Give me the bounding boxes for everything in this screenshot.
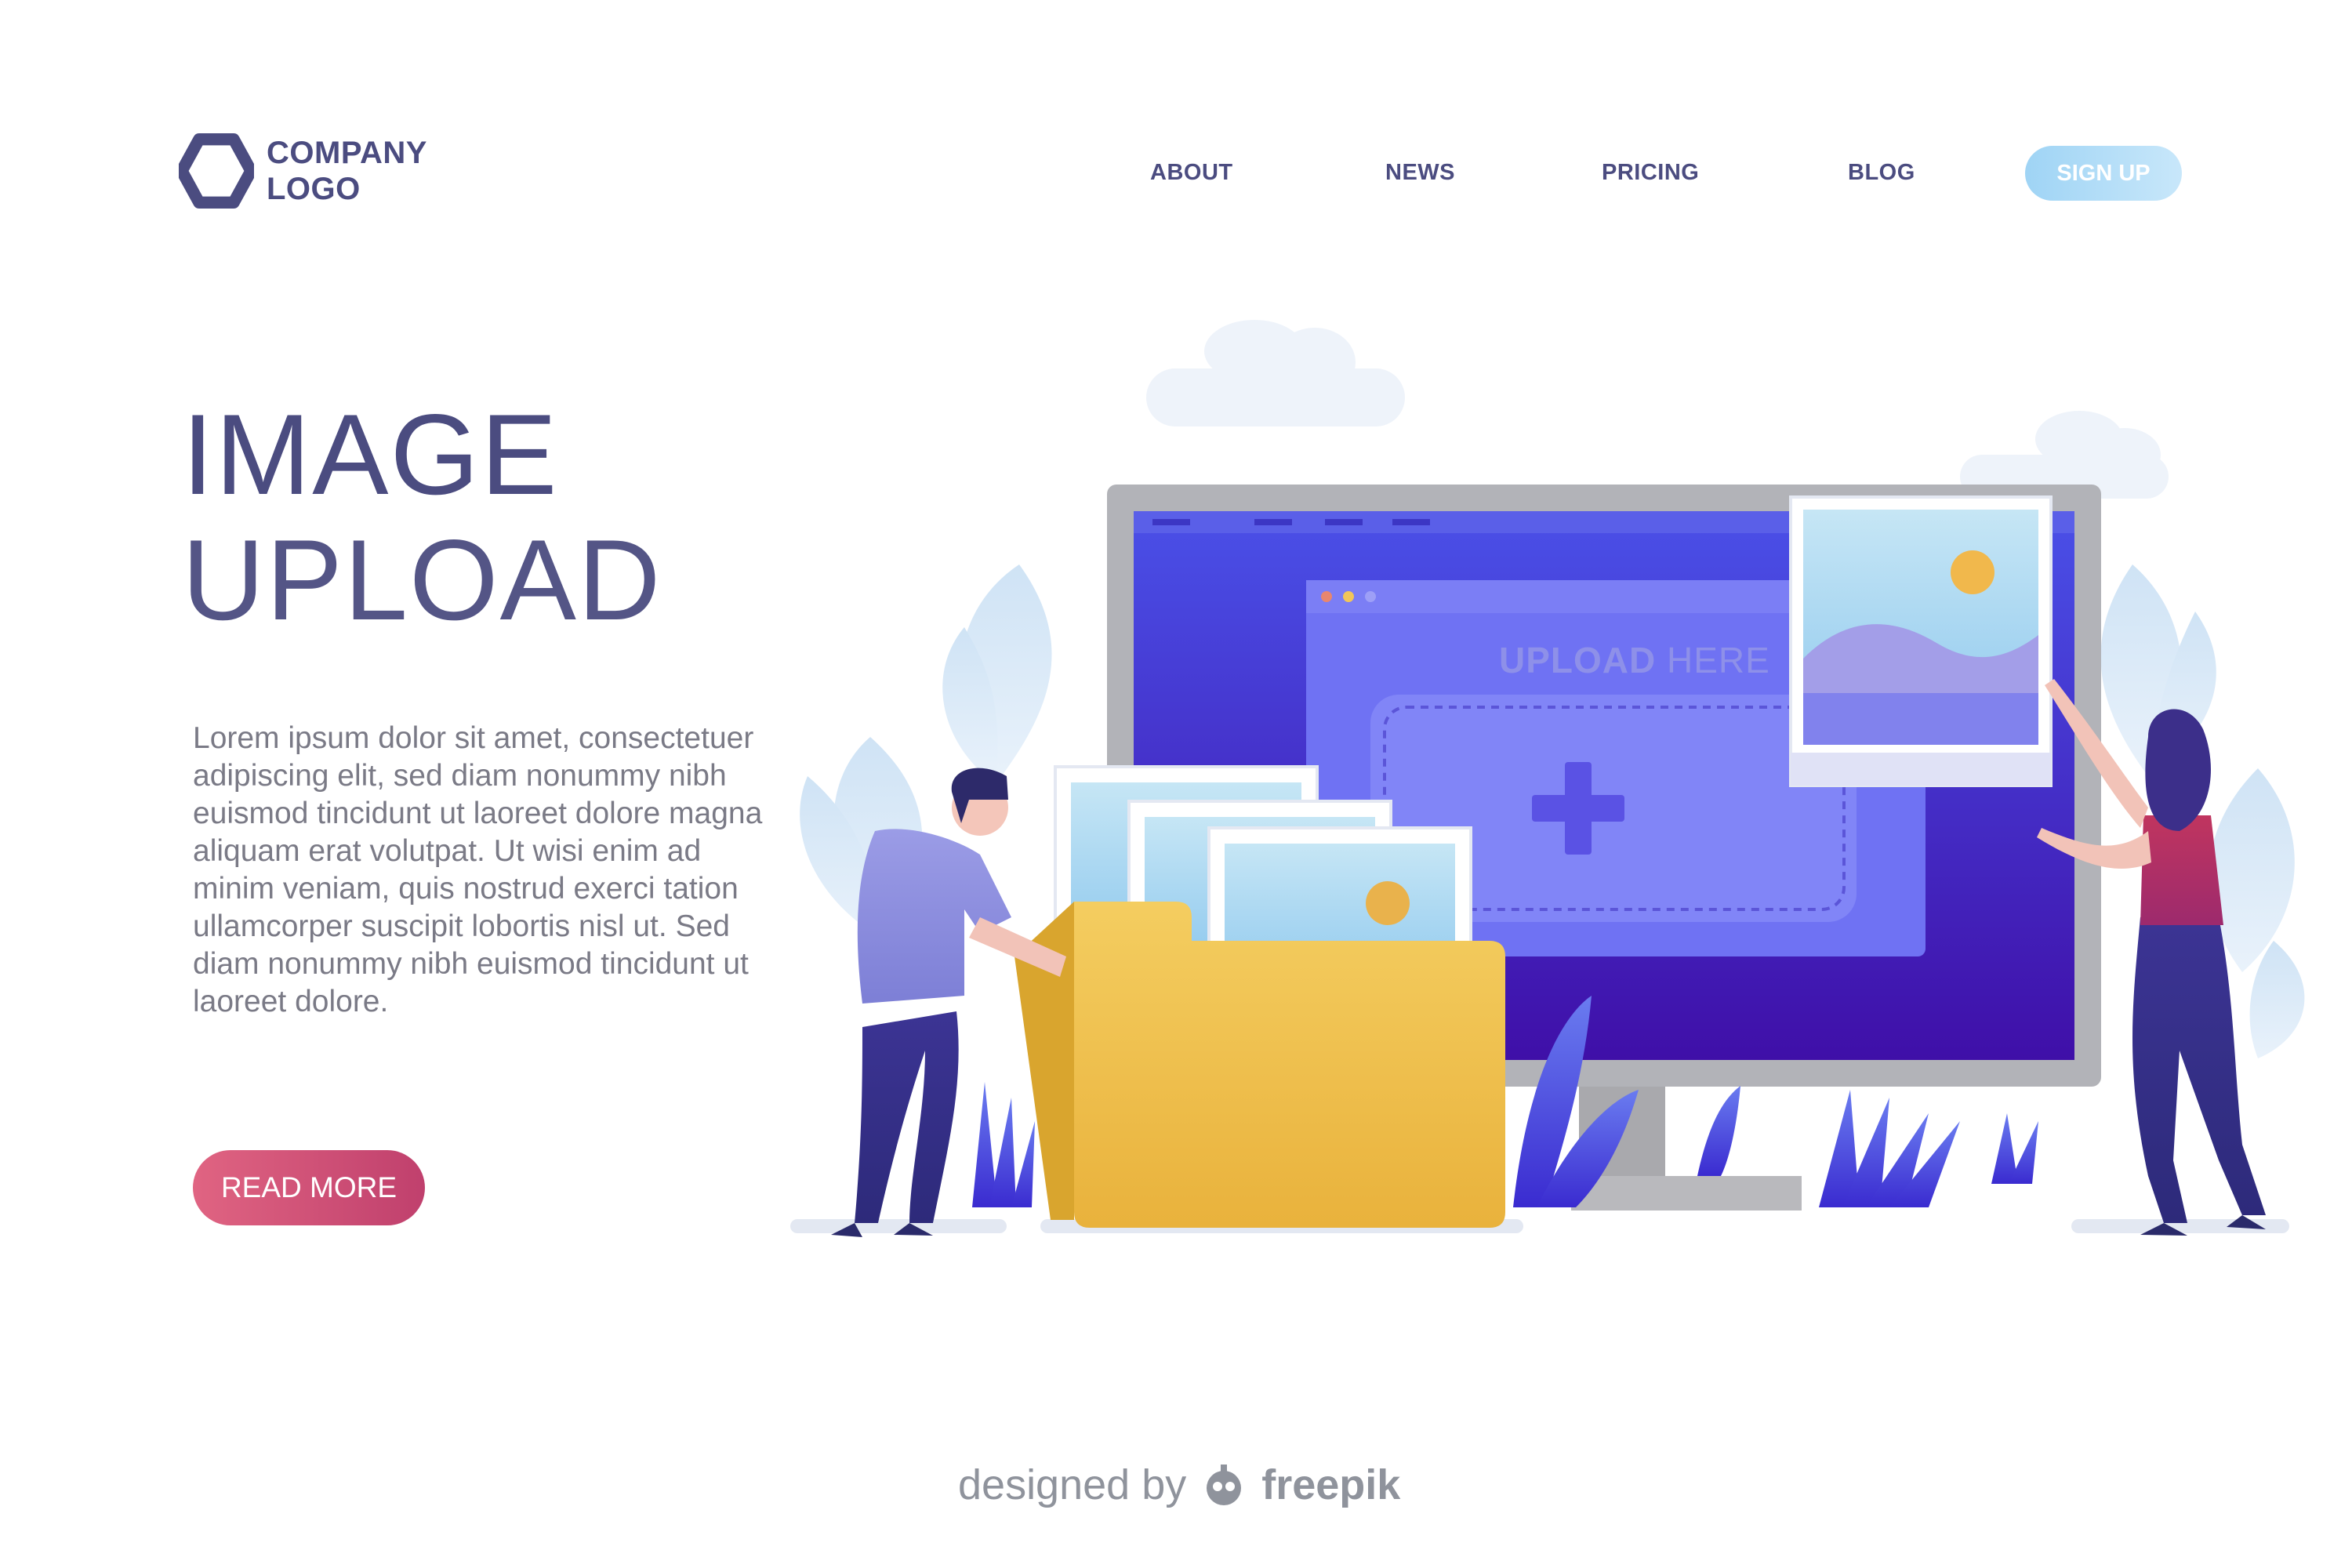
designed-by-text: designed by: [958, 1461, 1187, 1508]
upload-here-light: HERE: [1667, 640, 1770, 681]
ground-lines: [790, 1219, 2289, 1233]
upload-illustration: [790, 320, 2305, 1237]
freepik-logo-icon: [1207, 1465, 1242, 1505]
folder-icon: [1014, 902, 1505, 1228]
cloud-left-icon: [1146, 320, 1405, 426]
upload-here-bold: UPLOAD: [1499, 640, 1657, 681]
upload-here-label: UPLOAD HERE: [1499, 639, 1770, 681]
footer-credit: designed by freepik: [958, 1460, 1400, 1510]
freepik-brand: freepik: [1261, 1461, 1401, 1508]
framed-photo: [1789, 495, 2053, 787]
